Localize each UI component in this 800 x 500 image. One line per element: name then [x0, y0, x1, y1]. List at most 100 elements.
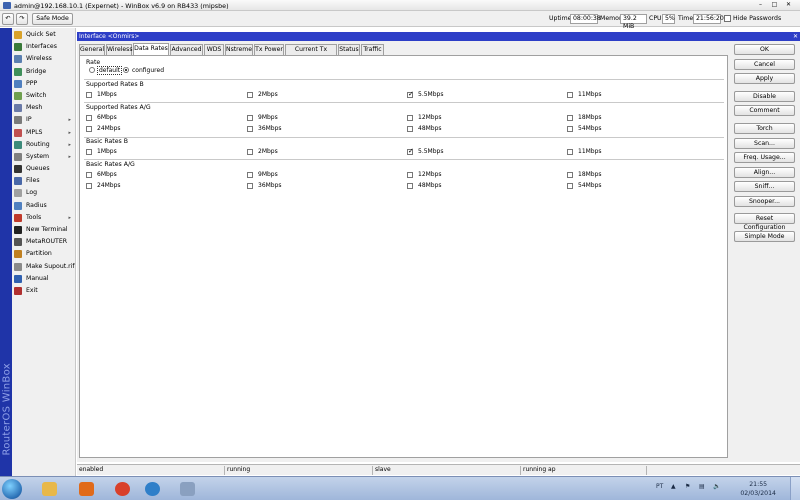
- simple-mode-button[interactable]: Simple Mode: [734, 231, 795, 242]
- basic-ag-54mbps-checkbox[interactable]: [567, 183, 573, 189]
- sidebar-item-mesh[interactable]: Mesh: [12, 102, 75, 114]
- basic-ag-12mbps-checkbox[interactable]: [407, 172, 413, 178]
- basic-b-2mbps-checkbox[interactable]: [247, 149, 253, 155]
- sidebar-item-log[interactable]: Log: [12, 187, 75, 199]
- sidebar-item-quick-set[interactable]: Quick Set: [12, 29, 75, 41]
- language-indicator[interactable]: PT: [656, 483, 663, 490]
- tab-wds[interactable]: WDS: [204, 44, 224, 55]
- redo-button[interactable]: ↷: [16, 13, 28, 25]
- apply-button[interactable]: Apply: [734, 73, 795, 84]
- tab-general[interactable]: General: [79, 44, 105, 55]
- flag-icon[interactable]: ⚑: [685, 483, 690, 490]
- taskbar-app-chrome[interactable]: [108, 479, 138, 499]
- sidebar-item-new-terminal[interactable]: New Terminal: [12, 224, 75, 236]
- undo-button[interactable]: ↶: [2, 13, 14, 25]
- switch-icon: [14, 91, 22, 100]
- supported-b-1mbps-checkbox[interactable]: [86, 92, 92, 98]
- hide-passwords-checkbox[interactable]: [724, 15, 731, 22]
- supported-ag-12mbps-checkbox[interactable]: [407, 115, 413, 121]
- sidebar-item-routing[interactable]: Routing ▸: [12, 139, 75, 151]
- sniff-button[interactable]: Sniff...: [734, 181, 795, 192]
- supported-ag-18mbps-checkbox[interactable]: [567, 115, 573, 121]
- snooper-button[interactable]: Snooper...: [734, 196, 795, 207]
- files-icon: [14, 177, 22, 186]
- start-button[interactable]: [2, 479, 22, 499]
- reset-configuration-button[interactable]: Reset Configuration: [734, 213, 795, 231]
- sidebar-item-bridge[interactable]: Bridge: [12, 66, 75, 78]
- sidebar-item-switch[interactable]: Switch: [12, 90, 75, 102]
- taskbar-app-explorer[interactable]: [35, 479, 65, 499]
- sidebar-item-ppp[interactable]: PPP: [12, 78, 75, 90]
- clock-date: 02/03/2014: [740, 490, 776, 497]
- sidebar-item-queues[interactable]: Queues: [12, 163, 75, 175]
- tab-nstreme[interactable]: Nstreme: [225, 44, 253, 55]
- supported-ag-6mbps-checkbox[interactable]: [86, 115, 92, 121]
- safe-mode-button[interactable]: Safe Mode: [32, 13, 73, 25]
- disable-button[interactable]: Disable: [734, 91, 795, 102]
- tab-data-rates[interactable]: Data Rates: [133, 43, 169, 55]
- tab-tx-power[interactable]: Tx Power: [254, 44, 284, 55]
- window-close-icon[interactable]: ✕: [793, 32, 798, 41]
- volume-icon[interactable]: 🔈: [713, 483, 720, 490]
- sidebar-item-manual[interactable]: Manual: [12, 273, 75, 285]
- tab-traffic[interactable]: Traffic: [361, 44, 384, 55]
- cancel-button[interactable]: Cancel: [734, 59, 795, 70]
- supported-ag-54mbps-label: 54Mbps: [578, 125, 602, 132]
- tab-wireless[interactable]: Wireless: [106, 44, 133, 55]
- basic-b-11mbps-checkbox[interactable]: [567, 149, 573, 155]
- close-icon[interactable]: ✕: [784, 1, 793, 9]
- rate-configured-label: configured: [132, 67, 164, 74]
- basic-b-5-5mbps-checkbox[interactable]: [407, 147, 414, 155]
- supported-ag-6mbps-label: 6Mbps: [97, 114, 117, 121]
- sidebar-item-tools[interactable]: Tools ▸: [12, 212, 75, 224]
- sidebar-item-make-supout-rif[interactable]: Make Supout.rif: [12, 261, 75, 273]
- sidebar-item-interfaces[interactable]: Interfaces: [12, 41, 75, 53]
- sidebar-item-ip[interactable]: IP ▸: [12, 114, 75, 126]
- basic-ag-9mbps-checkbox[interactable]: [247, 172, 253, 178]
- sidebar-item-metarouter[interactable]: MetaROUTER: [12, 236, 75, 248]
- scan-button[interactable]: Scan...: [734, 138, 795, 149]
- sidebar-item-files[interactable]: Files: [12, 175, 75, 187]
- supported-ag-36mbps-checkbox[interactable]: [247, 126, 253, 132]
- basic-ag-6mbps-checkbox[interactable]: [86, 172, 92, 178]
- supported-ag-54mbps-checkbox[interactable]: [567, 126, 573, 132]
- basic-ag-48mbps-checkbox[interactable]: [407, 183, 413, 189]
- tray-arrow-icon[interactable]: ▲: [671, 483, 676, 490]
- partition-icon: [14, 250, 22, 259]
- basic-ag-18mbps-checkbox[interactable]: [567, 172, 573, 178]
- rate-default-radio[interactable]: [89, 67, 95, 73]
- taskbar-app-media-player[interactable]: [72, 479, 102, 499]
- supported-b-11mbps-checkbox[interactable]: [567, 92, 573, 98]
- sidebar-item-partition[interactable]: Partition: [12, 248, 75, 260]
- supported-ag-9mbps-checkbox[interactable]: [247, 115, 253, 121]
- torch-button[interactable]: Torch: [734, 123, 795, 134]
- basic-b-1mbps-checkbox[interactable]: [86, 149, 92, 155]
- taskbar-clock[interactable]: 21:55 02/03/2014: [740, 480, 776, 498]
- sidebar-item-exit[interactable]: Exit: [12, 285, 75, 297]
- supported-b-5-5mbps-checkbox[interactable]: [407, 90, 414, 98]
- supported-ag-48mbps-checkbox[interactable]: [407, 126, 413, 132]
- supported-b-2mbps-checkbox[interactable]: [247, 92, 253, 98]
- rate-configured-radio[interactable]: [123, 67, 129, 73]
- sidebar-item-radius[interactable]: Radius: [12, 200, 75, 212]
- toolbar: ↶ ↷ Safe Mode Uptime: 08:00:38 Memory: 3…: [0, 11, 800, 30]
- freq-usage-button[interactable]: Freq. Usage...: [734, 152, 795, 163]
- sidebar-item-system[interactable]: System ▸: [12, 151, 75, 163]
- supported-ag-24mbps-checkbox[interactable]: [86, 126, 92, 132]
- sidebar-item-wireless[interactable]: Wireless: [12, 53, 75, 65]
- taskbar-app-winbox[interactable]: [138, 479, 168, 499]
- tab-current-tx-power[interactable]: Current Tx Power: [285, 44, 337, 63]
- sidebar-item-mpls[interactable]: MPLS ▸: [12, 127, 75, 139]
- taskbar-app-paint[interactable]: [173, 479, 203, 499]
- ok-button[interactable]: OK: [734, 44, 795, 55]
- basic-ag-24mbps-checkbox[interactable]: [86, 183, 92, 189]
- network-icon[interactable]: ▤: [699, 483, 705, 490]
- align-button[interactable]: Align...: [734, 167, 795, 178]
- tab-advanced[interactable]: Advanced: [170, 44, 203, 55]
- show-desktop-button[interactable]: [790, 477, 800, 500]
- minimize-icon[interactable]: –: [756, 1, 765, 9]
- maximize-icon[interactable]: □: [770, 1, 779, 9]
- basic-ag-36mbps-checkbox[interactable]: [247, 183, 253, 189]
- comment-button[interactable]: Comment: [734, 105, 795, 116]
- tab-status[interactable]: Status: [338, 44, 360, 55]
